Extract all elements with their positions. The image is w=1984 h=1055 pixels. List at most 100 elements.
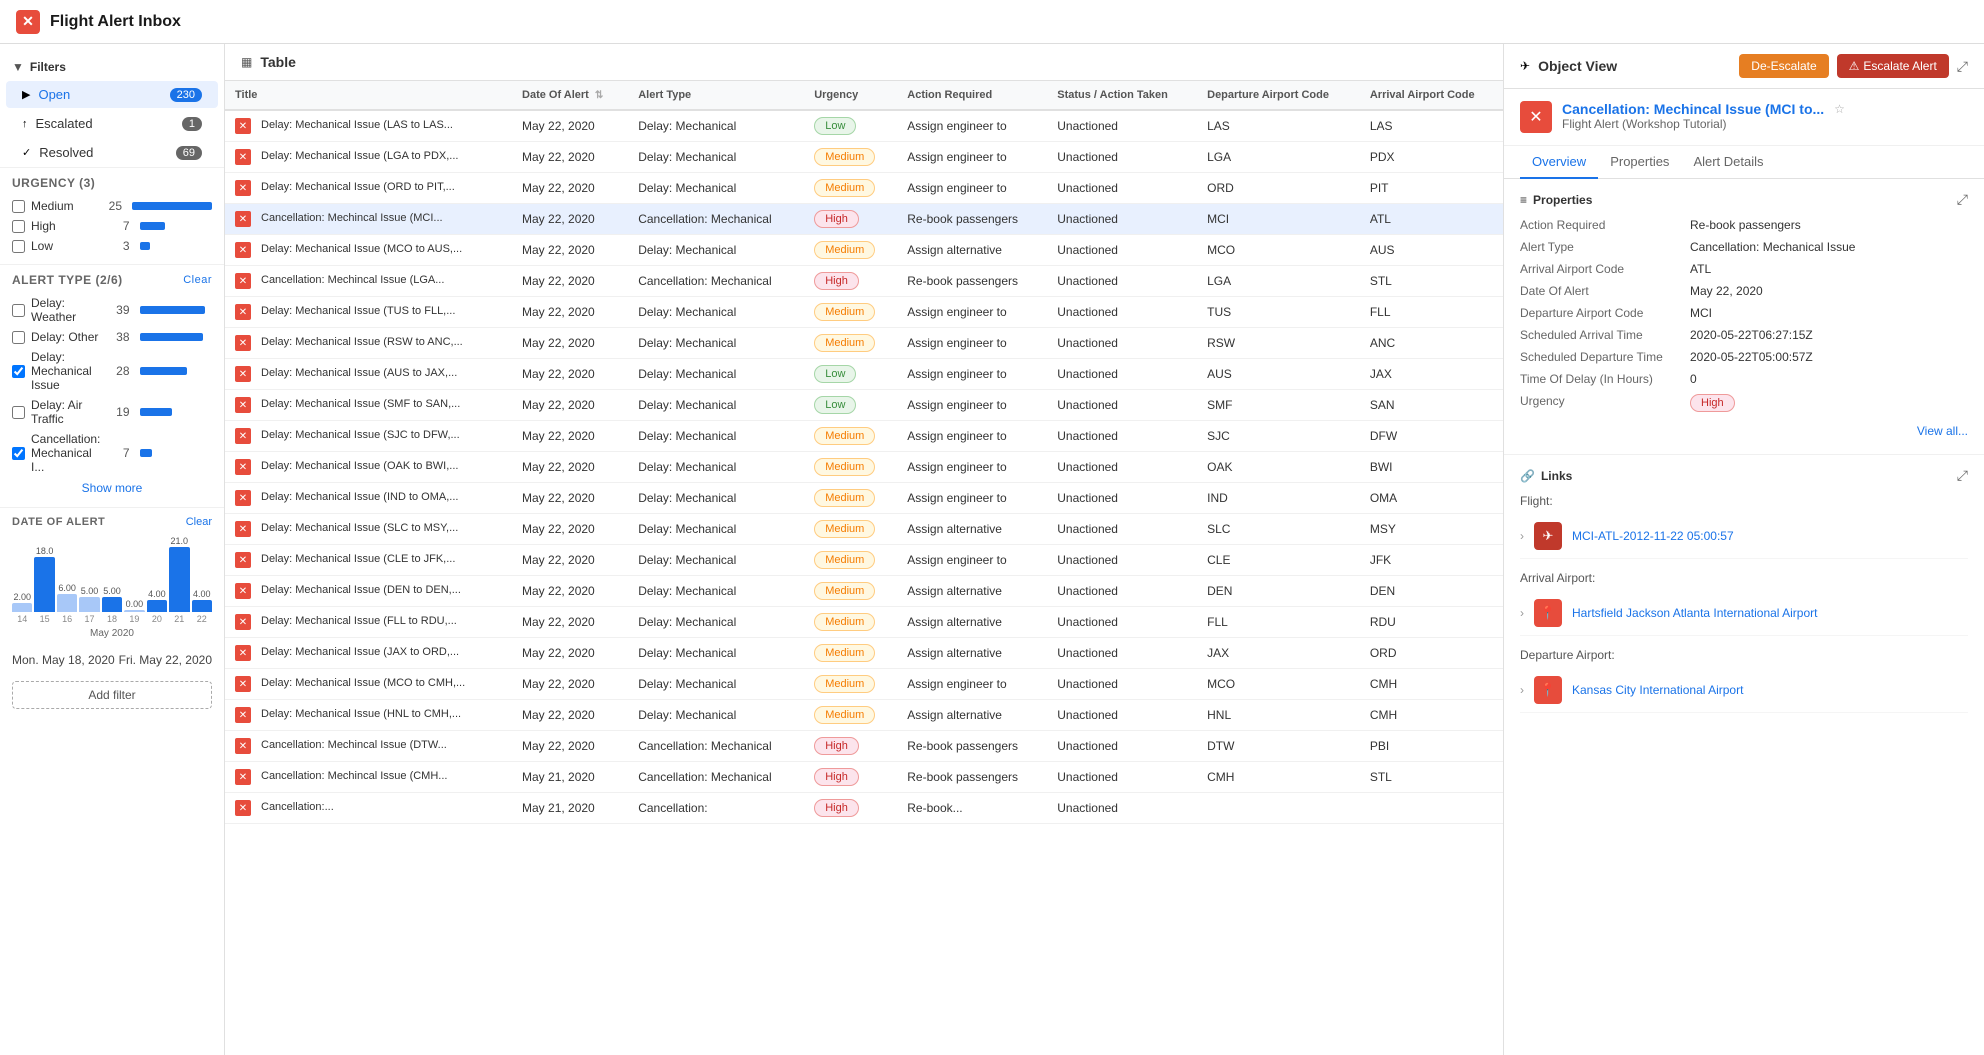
col-title[interactable]: Title <box>225 81 512 110</box>
table-row[interactable]: ✕ Cancellation: Mechincal Issue (CMH... … <box>225 762 1503 793</box>
table-row[interactable]: ✕ Delay: Mechanical Issue (FLL to RDU,..… <box>225 607 1503 638</box>
col-arr[interactable]: Arrival Airport Code <box>1360 81 1503 110</box>
table-row[interactable]: ✕ Delay: Mechanical Issue (LGA to PDX,..… <box>225 142 1503 173</box>
de-escalate-button[interactable]: De-Escalate <box>1739 54 1828 78</box>
view-all-link[interactable]: View all... <box>1520 420 1968 442</box>
cell-arr: ANC <box>1360 328 1503 359</box>
col-alert-type[interactable]: Alert Type <box>628 81 804 110</box>
col-dep[interactable]: Departure Airport Code <box>1197 81 1360 110</box>
col-date[interactable]: Date Of Alert ⇅ <box>512 81 628 110</box>
sidebar-item-resolved[interactable]: ✓ Resolved 69 <box>6 139 218 166</box>
show-more[interactable]: Show more <box>12 477 212 499</box>
record-title[interactable]: Cancellation: Mechincal Issue (MCI to... <box>1562 101 1824 117</box>
cell-alert-type: Delay: Mechanical <box>628 173 804 204</box>
table-wrapper[interactable]: Title Date Of Alert ⇅ Alert Type Urgency… <box>225 81 1503 1055</box>
table-row[interactable]: ✕ Delay: Mechanical Issue (ORD to PIT,..… <box>225 173 1503 204</box>
arrival-airport-link-item[interactable]: › 📍 Hartsfield Jackson Atlanta Internati… <box>1520 591 1968 636</box>
alerttype-cancellation-filter[interactable]: Cancellation: Mechanical I... 7 <box>12 429 212 477</box>
table-row[interactable]: ✕ Delay: Mechanical Issue (HNL to CMH,..… <box>225 700 1503 731</box>
departure-airport-link-item[interactable]: › 📍 Kansas City International Airport <box>1520 668 1968 713</box>
table-row[interactable]: ✕ Delay: Mechanical Issue (RSW to ANC,..… <box>225 328 1503 359</box>
cell-date: May 21, 2020 <box>512 762 628 793</box>
cell-date: May 22, 2020 <box>512 235 628 266</box>
alerttype-other-filter[interactable]: Delay: Other 38 <box>12 327 212 347</box>
sidebar-item-open[interactable]: ▶ Open 230 <box>6 81 218 108</box>
cell-action: Re-book passengers <box>897 762 1047 793</box>
table-row[interactable]: ✕ Delay: Mechanical Issue (AUS to JAX,..… <box>225 359 1503 390</box>
col-status[interactable]: Status / Action Taken <box>1047 81 1197 110</box>
record-star-icon[interactable]: ☆ <box>1834 102 1845 116</box>
table-row[interactable]: ✕ Delay: Mechanical Issue (IND to OMA,..… <box>225 483 1503 514</box>
col-urgency[interactable]: Urgency <box>804 81 897 110</box>
alerttype-mechanical-filter[interactable]: Delay: Mechanical Issue 28 <box>12 347 212 395</box>
urgency-low-checkbox[interactable] <box>12 240 25 253</box>
tab-alert-details[interactable]: Alert Details <box>1681 146 1775 179</box>
cell-title: ✕ Cancellation: Mechincal Issue (MCI... <box>225 204 512 235</box>
links-expand-icon[interactable]: ⤢ <box>1957 467 1968 484</box>
cell-title: ✕ Cancellation: Mechincal Issue (CMH... <box>225 762 512 793</box>
departure-airport-link-text[interactable]: Kansas City International Airport <box>1572 683 1743 697</box>
table-row[interactable]: ✕ Delay: Mechanical Issue (MCO to CMH,..… <box>225 669 1503 700</box>
date-filter-clear[interactable]: Clear <box>186 516 212 528</box>
urgency-high-filter[interactable]: High 7 <box>12 216 212 236</box>
alerttype-mechanical-checkbox[interactable] <box>12 365 25 378</box>
sidebar-item-escalated[interactable]: ↑ Escalated 1 <box>6 110 218 137</box>
table-row[interactable]: ✕ Delay: Mechanical Issue (SMF to SAN,..… <box>225 390 1503 421</box>
cell-urgency: High <box>804 266 897 297</box>
properties-expand-icon[interactable]: ⤢ <box>1957 191 1968 208</box>
urgency-medium-checkbox[interactable] <box>12 200 25 213</box>
table-row[interactable]: ✕ Delay: Mechanical Issue (SJC to DFW,..… <box>225 421 1503 452</box>
table-row[interactable]: ✕ Cancellation: Mechincal Issue (DTW... … <box>225 731 1503 762</box>
urgency-low-filter[interactable]: Low 3 <box>12 236 212 256</box>
table-row[interactable]: ✕ Cancellation:... May 21, 2020 Cancella… <box>225 793 1503 824</box>
table-panel-title: Table <box>260 54 296 70</box>
cell-arr: BWI <box>1360 452 1503 483</box>
cell-action: Assign engineer to <box>897 452 1047 483</box>
filters-header: ▼ Filters <box>0 54 224 80</box>
object-view-plane-icon: ✈ <box>1520 59 1530 73</box>
tab-properties[interactable]: Properties <box>1598 146 1681 179</box>
table-row[interactable]: ✕ Delay: Mechanical Issue (CLE to JFK,..… <box>225 545 1503 576</box>
alerttype-cancellation-checkbox[interactable] <box>12 447 25 460</box>
add-filter-button[interactable]: Add filter <box>12 681 212 709</box>
flight-icon: ✈ <box>1534 522 1562 550</box>
table-row[interactable]: ✕ Cancellation: Mechincal Issue (LGA... … <box>225 266 1503 297</box>
escalated-icon: ↑ <box>22 118 28 130</box>
alert-type-clear[interactable]: Clear <box>183 274 212 286</box>
row-error-icon: ✕ <box>235 428 251 444</box>
expand-icon[interactable]: ⤢ <box>1957 58 1968 75</box>
table-row[interactable]: ✕ Delay: Mechanical Issue (SLC to MSY,..… <box>225 514 1503 545</box>
row-error-icon: ✕ <box>235 273 251 289</box>
col-action[interactable]: Action Required <box>897 81 1047 110</box>
alerttype-airtraffic-filter[interactable]: Delay: Air Traffic 19 <box>12 395 212 429</box>
cell-dep: SJC <box>1197 421 1360 452</box>
arrival-airport-link-text[interactable]: Hartsfield Jackson Atlanta International… <box>1572 606 1817 620</box>
flight-link-item[interactable]: › ✈ MCI-ATL-2012-11-22 05:00:57 <box>1520 514 1968 559</box>
cell-urgency: Medium <box>804 514 897 545</box>
alerttype-airtraffic-checkbox[interactable] <box>12 406 25 419</box>
tab-overview[interactable]: Overview <box>1520 146 1598 179</box>
table-row[interactable]: ✕ Cancellation: Mechincal Issue (MCI... … <box>225 204 1503 235</box>
escalate-button[interactable]: ⚠ Escalate Alert <box>1837 54 1949 78</box>
table-row[interactable]: ✕ Delay: Mechanical Issue (DEN to DEN,..… <box>225 576 1503 607</box>
urgency-medium-filter[interactable]: Medium 25 <box>12 196 212 216</box>
table-row[interactable]: ✕ Delay: Mechanical Issue (MCO to AUS,..… <box>225 235 1503 266</box>
cell-status: Unactioned <box>1047 452 1197 483</box>
cell-dep: CMH <box>1197 762 1360 793</box>
table-row[interactable]: ✕ Delay: Mechanical Issue (LAS to LAS...… <box>225 110 1503 142</box>
flight-link-text[interactable]: MCI-ATL-2012-11-22 05:00:57 <box>1572 529 1734 543</box>
cell-action: Assign engineer to <box>897 421 1047 452</box>
resolved-icon: ✓ <box>22 146 31 159</box>
cell-title: ✕ Delay: Mechanical Issue (SJC to DFW,..… <box>225 421 512 452</box>
alerttype-other-checkbox[interactable] <box>12 331 25 344</box>
urgency-high-checkbox[interactable] <box>12 220 25 233</box>
cell-status: Unactioned <box>1047 266 1197 297</box>
table-row[interactable]: ✕ Delay: Mechanical Issue (OAK to BWI,..… <box>225 452 1503 483</box>
alerttype-weather-checkbox[interactable] <box>12 304 25 317</box>
table-row[interactable]: ✕ Delay: Mechanical Issue (TUS to FLL,..… <box>225 297 1503 328</box>
table-row[interactable]: ✕ Delay: Mechanical Issue (JAX to ORD,..… <box>225 638 1503 669</box>
alerttype-weather-filter[interactable]: Delay: Weather 39 <box>12 293 212 327</box>
cell-title: ✕ Delay: Mechanical Issue (SLC to MSY,..… <box>225 514 512 545</box>
cell-dep: FLL <box>1197 607 1360 638</box>
sidebar-item-resolved-label: Resolved <box>39 145 93 160</box>
